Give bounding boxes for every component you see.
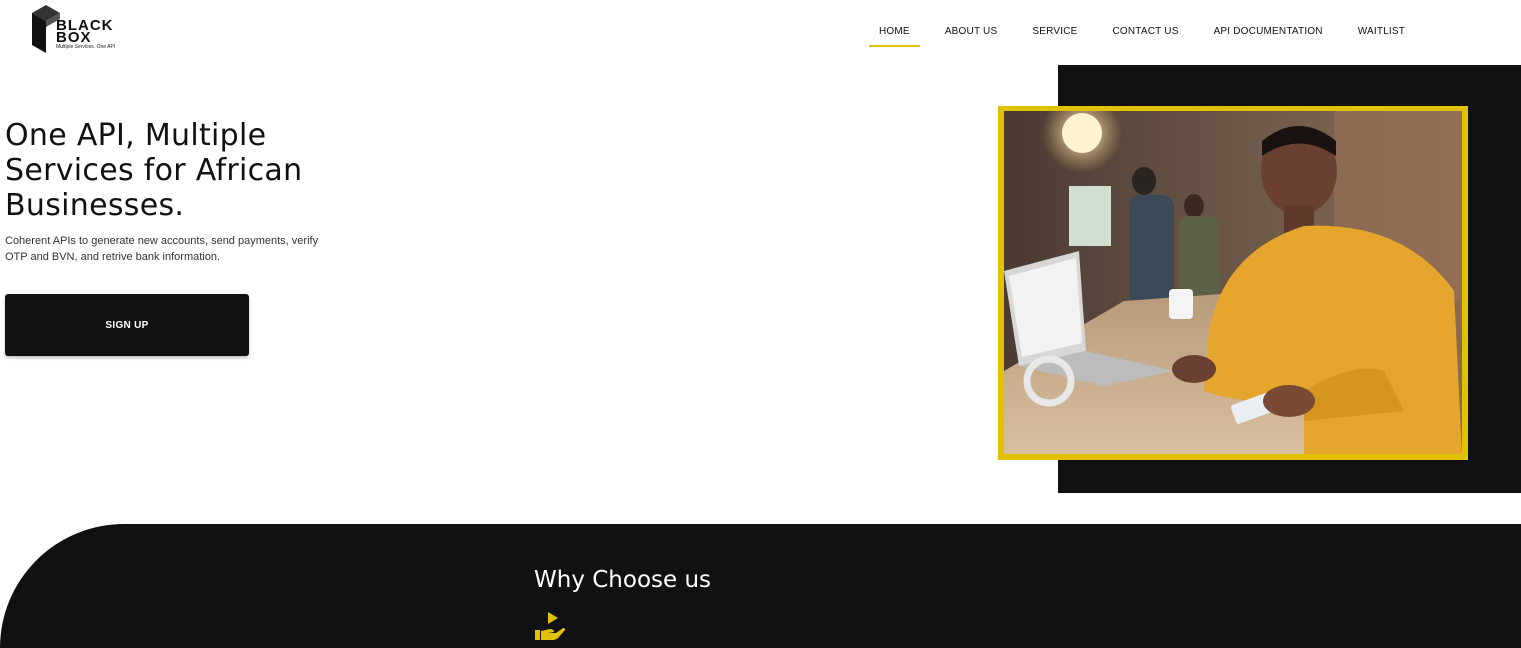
why-choose-us-title: Why Choose us: [534, 567, 712, 593]
why-choose-us-section: [0, 524, 1521, 648]
nav-home[interactable]: HOME: [863, 24, 926, 47]
brand-logo[interactable]: BLACK BOX Multiple Services. One API: [30, 3, 130, 55]
sign-up-button[interactable]: SIGN UP: [5, 294, 249, 356]
brand-name-line2: BOX: [56, 29, 92, 46]
hero-subtitle: Coherent APIs to generate new accounts, …: [5, 235, 319, 263]
hero-photo: [1004, 111, 1462, 454]
hand-play-icon: [535, 612, 565, 640]
hero-title: One API, Multiple Services for African B…: [5, 118, 303, 223]
nav-service[interactable]: SERVICE: [1016, 24, 1093, 46]
hero-photo-frame: [998, 106, 1468, 460]
nav-api-documentation[interactable]: API DOCUMENTATION: [1198, 24, 1339, 46]
nav-contact-us[interactable]: CONTACT US: [1096, 24, 1194, 46]
main-nav: HOME ABOUT US SERVICE CONTACT US API DOC…: [863, 24, 1424, 47]
brand-tagline: Multiple Services. One API: [56, 44, 116, 50]
nav-waitlist[interactable]: WAITLIST: [1342, 24, 1421, 46]
nav-about-us[interactable]: ABOUT US: [929, 24, 1014, 46]
